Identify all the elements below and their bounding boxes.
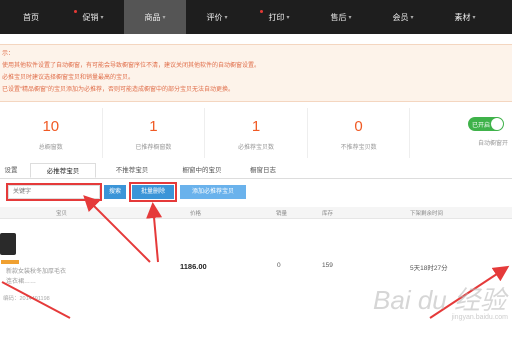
remaining-time-value: 5天18时27分 [410, 265, 448, 272]
tab-bar: 设置 必推荐宝贝 不推荐宝贝 橱窗中的宝贝 橱窗日志 [0, 163, 512, 179]
notice-box: 示： 使用其他软件设置了自动橱窗，有可能会导致橱窗序位不清，建议关闭其他软件的自… [0, 44, 512, 102]
tab-window-log[interactable]: 橱窗日志 [238, 163, 288, 178]
notification-dot [74, 10, 77, 13]
search-button[interactable]: 搜索 [104, 185, 126, 199]
stat-value: 0 [354, 118, 363, 135]
add-must-recommend-button[interactable]: 添加必推荐宝贝 [180, 185, 246, 199]
nav-label: 售后 [330, 12, 347, 22]
stat-total-windows: 10 总橱窗数 [0, 108, 103, 158]
stat-must-recommend: 1 必推荐宝贝数 [205, 108, 308, 158]
product-thumbnail[interactable] [0, 233, 16, 255]
tab-settings[interactable]: 设置 [0, 163, 22, 178]
stat-label: 已推荐橱窗数 [135, 145, 172, 151]
product-code: 编码：2014491198 [3, 296, 50, 302]
stat-value: 10 [42, 118, 60, 135]
notification-dot [260, 10, 263, 13]
column-header-remaining: 下架剩余时间 [410, 211, 444, 217]
nav-label: 素材 [454, 12, 471, 22]
nav-item-material[interactable]: 素材 ▾ [434, 0, 496, 34]
stats-panel: 10 总橱窗数 1 已推荐橱窗数 1 必推荐宝贝数 0 不推荐宝贝数 已开启 自… [0, 108, 512, 158]
nav-item-member[interactable]: 会员 ▾ [372, 0, 434, 34]
product-title[interactable]: 新款女装秋冬加厚毛衣 [6, 266, 66, 275]
table-header: 宝贝 价格 销量 库存 下架剩余时间 [0, 207, 512, 219]
price-value: 1186.00 [180, 262, 207, 271]
baidu-watermark: Bai du 经验 [373, 285, 506, 315]
notice-line: 使用其他软件设置了自动橱窗，有可能会导致橱窗序位不清，建议关闭其他软件的自动橱窗… [2, 63, 261, 69]
auto-window-toggle[interactable]: 已开启 [467, 117, 504, 131]
toggle-caption: 自动橱窗开 [477, 141, 508, 147]
top-nav: 首页 促销 ▾ 商品 ▾ 评价 ▾ 打印 ▾ 售后 ▾ 会员 ▾ 素材 ▾ [0, 0, 512, 34]
column-header-price: 价格 [190, 211, 202, 217]
stat-value: 1 [251, 118, 261, 135]
stock-value: 159 [322, 262, 333, 269]
chevron-down-icon: ▾ [348, 14, 352, 21]
nav-item-review[interactable]: 评价 ▾ [186, 0, 248, 34]
nav-label: 评价 [206, 12, 223, 22]
tab-not-recommend[interactable]: 不推荐宝贝 [102, 163, 162, 178]
chevron-down-icon: ▾ [100, 14, 104, 21]
sales-value: 0 [277, 262, 281, 269]
nav-item-home[interactable]: 首页 [0, 0, 62, 34]
stat-auto-window: 已开启 自动橱窗开 [410, 108, 512, 158]
stat-value: 1 [149, 118, 158, 135]
chevron-down-icon: ▾ [286, 14, 290, 21]
nav-label: 商品 [144, 12, 161, 22]
nav-item-goods[interactable]: 商品 ▾ [124, 0, 186, 34]
annotation-box-batch-delete [129, 182, 177, 202]
tab-must-recommend[interactable]: 必推荐宝贝 [30, 163, 96, 178]
chevron-down-icon: ▾ [162, 14, 166, 21]
nav-item-aftersale[interactable]: 售后 ▾ [310, 0, 372, 34]
column-header-sales: 销量 [276, 211, 288, 217]
chevron-down-icon: ▾ [224, 14, 228, 21]
stat-recommended-windows: 1 已推荐橱窗数 [103, 108, 206, 158]
nav-item-promotion[interactable]: 促销 ▾ [62, 0, 124, 34]
watermark-url: jingyan.baidu.com [451, 314, 508, 321]
column-header-stock: 库存 [322, 211, 334, 217]
toggle-label: 已开启 [471, 122, 490, 129]
nav-label: 打印 [268, 12, 285, 22]
nav-item-print[interactable]: 打印 ▾ [248, 0, 310, 34]
stat-label: 必推荐宝贝数 [237, 145, 274, 151]
chevron-down-icon: ▾ [410, 14, 414, 21]
nav-label: 首页 [23, 12, 39, 22]
tab-window-items[interactable]: 橱窗中的宝贝 [172, 163, 232, 178]
nav-label: 促销 [82, 12, 99, 22]
notice-line: 已设置“精品橱窗”的宝贝添加为必推荐，否则可能造成橱窗中的部分宝贝无法自动更换。 [2, 87, 234, 93]
annotation-box-search [6, 183, 102, 201]
product-title-continued: 连衣裙…… [6, 279, 37, 285]
stat-not-recommend: 0 不推荐宝贝数 [308, 108, 411, 158]
toggle-knob [490, 118, 503, 130]
notice-line: 必推宝贝时建议选择橱窗宝贝和销量最高的宝贝。 [2, 75, 135, 81]
stat-label: 总橱窗数 [38, 145, 63, 151]
nav-label: 会员 [392, 12, 409, 22]
stat-label: 不推荐宝贝数 [340, 145, 377, 151]
product-tag [1, 260, 19, 264]
notice-title: 示： [2, 51, 15, 57]
chevron-down-icon: ▾ [472, 14, 476, 21]
column-header-item: 宝贝 [56, 211, 68, 217]
